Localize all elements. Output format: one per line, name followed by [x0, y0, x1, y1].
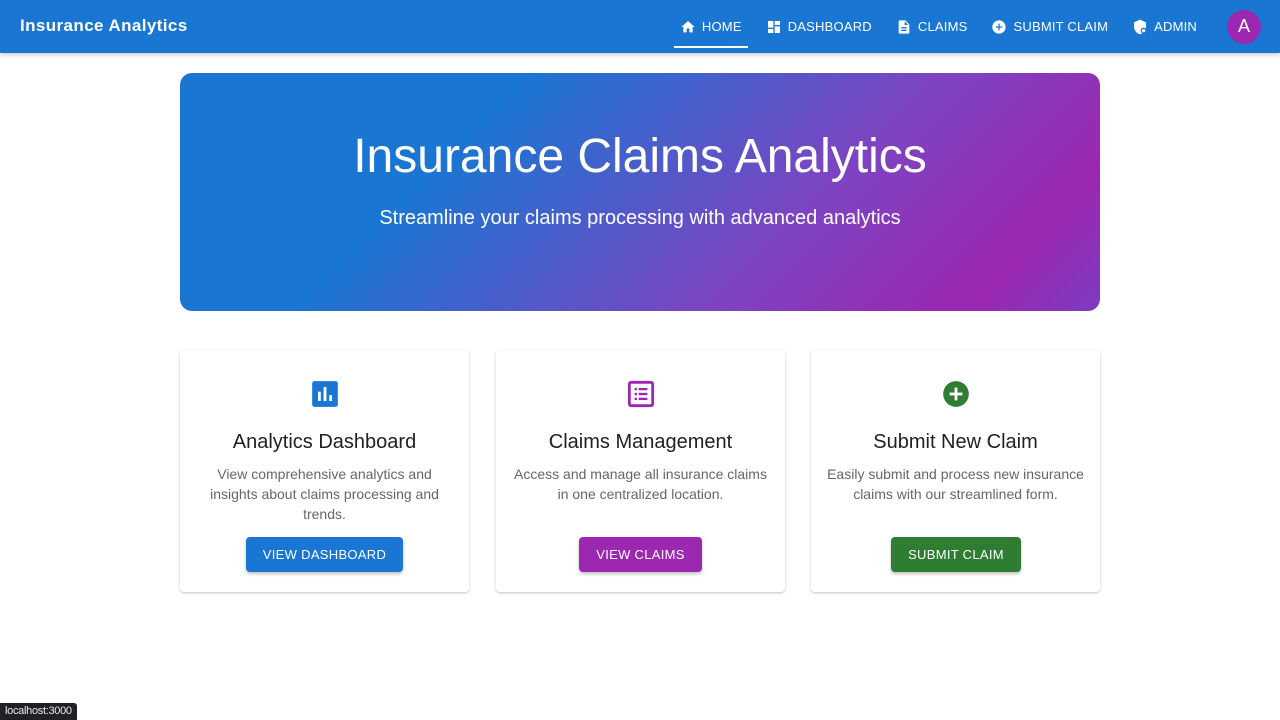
card-submit-new-claim: Submit New Claim Easily submit and proce… [811, 350, 1100, 592]
brand-title[interactable]: Insurance Analytics [20, 16, 188, 36]
main-nav: HOME DASHBOARD CLAIMS SUBMIT CLAIM ADMIN… [673, 0, 1280, 53]
nav-claims-label: CLAIMS [917, 19, 968, 34]
card-description: Access and manage all insurance claims i… [514, 466, 767, 502]
nav-home-label: HOME [701, 19, 742, 34]
hero-banner: Insurance Claims Analytics Streamline yo… [180, 73, 1100, 311]
document-icon [898, 19, 910, 34]
card-title: Submit New Claim [873, 431, 1038, 453]
dashboard-icon [767, 20, 780, 33]
card-title: Analytics Dashboard [232, 431, 417, 453]
nav-home[interactable]: HOME [673, 11, 748, 48]
home-icon [681, 20, 695, 32]
hero-subtitle: Streamline your claims processing with a… [379, 207, 901, 229]
card-description: Easily submit and process new insurance … [827, 466, 1084, 502]
view-dashboard-button[interactable]: VIEW DASHBOARD [246, 537, 403, 572]
user-avatar[interactable]: A [1227, 9, 1261, 44]
view-claims-button[interactable]: VIEW CLAIMS [579, 537, 702, 572]
hero-title: Insurance Claims Analytics [353, 130, 927, 183]
app-bar: Insurance Analytics HOME DASHBOARD CLAIM… [0, 0, 1280, 53]
nav-admin[interactable]: ADMIN [1126, 11, 1203, 43]
status-bar-url: localhost:3000 [0, 703, 77, 720]
nav-admin-label: ADMIN [1154, 19, 1197, 34]
add-circle-icon [942, 381, 969, 407]
card-description: View comprehensive analytics and insight… [210, 466, 439, 522]
list-icon [627, 380, 654, 408]
card-analytics-dashboard: Analytics Dashboard View comprehensive a… [180, 350, 469, 592]
card-claims-management: Claims Management Access and manage all … [496, 350, 785, 592]
nav-submit-claim[interactable]: SUBMIT CLAIM [985, 11, 1114, 43]
card-title: Claims Management [548, 431, 733, 453]
bar-chart-icon [311, 381, 338, 407]
nav-dashboard-label: DASHBOARD [787, 19, 872, 34]
nav-dashboard[interactable]: DASHBOARD [760, 11, 878, 43]
admin-shield-icon [1134, 19, 1147, 34]
submit-claim-button[interactable]: SUBMIT CLAIM [891, 537, 1021, 572]
add-circle-icon [992, 19, 1007, 34]
nav-submit-claim-label: SUBMIT CLAIM [1013, 19, 1109, 34]
nav-claims[interactable]: CLAIMS [890, 11, 974, 43]
